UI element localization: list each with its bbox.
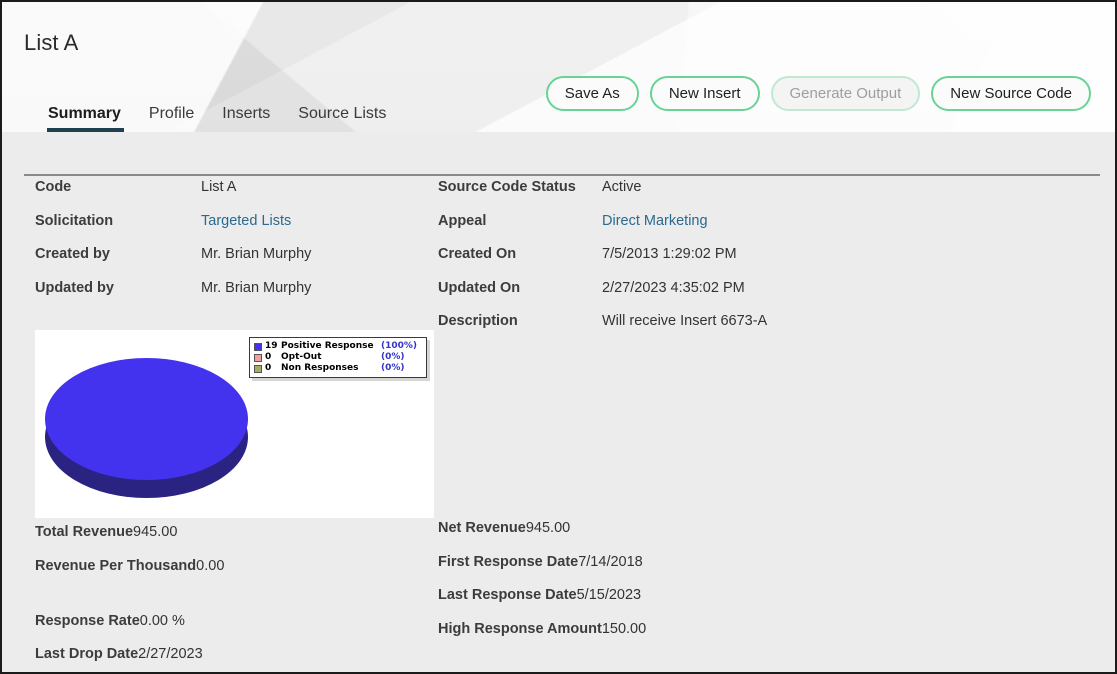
- field-value: Active: [602, 179, 642, 195]
- field-value: 2/27/2023: [138, 646, 203, 662]
- field-value: 5/15/2023: [576, 587, 642, 603]
- detail-column-right: Source Code Status Active Appeal Direct …: [438, 178, 938, 346]
- legend-label: Opt-Out: [281, 352, 322, 362]
- field-label: Created On: [438, 246, 517, 262]
- field-row-first-response-date: First Response Date 7/14/2018: [438, 553, 938, 587]
- field-label: High Response Amount: [438, 620, 602, 637]
- detail-column-right-bottom: Net Revenue 945.00 First Response Date 7…: [438, 519, 938, 670]
- field-value-link[interactable]: Targeted Lists: [201, 212, 291, 231]
- page-root: List A Save As New Insert Generate Outpu…: [2, 2, 1115, 672]
- save-as-button[interactable]: Save As: [545, 76, 639, 111]
- legend-count: 0: [265, 352, 272, 362]
- field-value-link[interactable]: Direct Marketing: [602, 212, 708, 231]
- field-value: Mr. Brian Murphy: [201, 246, 312, 262]
- field-row-last-drop-date: Last Drop Date 2/27/2023: [35, 645, 435, 672]
- field-row-source-code-status: Source Code Status Active: [438, 178, 938, 212]
- pie-top-face: [45, 358, 248, 480]
- field-label: Description: [438, 313, 518, 329]
- tab-bar: Summary Profile Inserts Source Lists: [36, 90, 400, 132]
- tab-inserts[interactable]: Inserts: [208, 105, 284, 132]
- legend-swatch-icon: [254, 353, 262, 362]
- field-label: Updated On: [438, 279, 521, 296]
- field-label: Total Revenue: [35, 524, 134, 540]
- field-row-net-revenue: Net Revenue 945.00: [438, 519, 938, 553]
- legend-item-non-responses: 0 Non Responses (0%): [254, 363, 421, 374]
- field-label: Revenue Per Thousand: [35, 557, 197, 574]
- legend-percent: (0%): [381, 352, 405, 362]
- legend-count: 0: [265, 363, 272, 373]
- field-row-code: Code List A: [35, 178, 435, 212]
- field-label: Net Revenue: [438, 520, 526, 536]
- field-label: Code: [35, 179, 72, 195]
- field-row-appeal: Appeal Direct Marketing: [438, 212, 938, 246]
- field-label: Last Response Date: [438, 587, 577, 603]
- field-value: List A: [201, 179, 237, 195]
- action-button-bar: Save As New Insert Generate Output New S…: [545, 76, 1091, 111]
- field-value: Mr. Brian Murphy: [201, 279, 312, 296]
- field-value: 945.00: [525, 520, 571, 536]
- field-row-created-by: Created by Mr. Brian Murphy: [35, 245, 435, 279]
- field-row-solicitation: Solicitation Targeted Lists: [35, 212, 435, 246]
- legend-item-positive-response: 19 Positive Response (100%): [254, 341, 421, 352]
- legend-percent: (100%): [381, 341, 418, 351]
- field-label: Last Drop Date: [35, 646, 139, 662]
- page-title: List A: [24, 30, 79, 55]
- detail-column-left: Code List A Solicitation Targeted Lists …: [35, 178, 435, 312]
- page-header: List A Save As New Insert Generate Outpu…: [2, 2, 1115, 132]
- field-value: 7/5/2013 1:29:02 PM: [602, 246, 737, 262]
- field-value: 0.00: [196, 557, 225, 574]
- pie-chart-legend: 19 Positive Response (100%) 0 Opt-Out (0…: [249, 337, 427, 378]
- legend-count: 19: [265, 341, 278, 351]
- tab-profile[interactable]: Profile: [135, 105, 208, 132]
- field-value: 945.00: [133, 524, 178, 540]
- legend-label: Positive Response: [281, 341, 374, 351]
- field-label: First Response Date: [438, 553, 579, 570]
- field-value: 150.00: [601, 620, 647, 637]
- field-row-revenue-per-thousand: Revenue Per Thousand 0.00: [35, 557, 435, 612]
- field-label: Response Rate: [35, 612, 140, 629]
- field-row-total-revenue: Total Revenue 945.00: [35, 523, 435, 557]
- field-row-created-on: Created On 7/5/2013 1:29:02 PM: [438, 245, 938, 279]
- field-row-response-rate: Response Rate 0.00 %: [35, 612, 435, 646]
- legend-percent: (0%): [381, 363, 405, 373]
- field-row-description: Description Will receive Insert 6673-A: [438, 312, 938, 346]
- pie-graphic: [45, 358, 248, 504]
- field-value: Will receive Insert 6673-A: [602, 313, 768, 329]
- field-row-last-response-date: Last Response Date 5/15/2023: [438, 586, 938, 620]
- field-row-updated-by: Updated by Mr. Brian Murphy: [35, 279, 435, 313]
- summary-content: Code List A Solicitation Targeted Lists …: [2, 178, 1115, 672]
- new-insert-button[interactable]: New Insert: [649, 76, 760, 111]
- response-pie-chart: 19 Positive Response (100%) 0 Opt-Out (0…: [35, 330, 434, 518]
- legend-item-opt-out: 0 Opt-Out (0%): [254, 352, 421, 363]
- field-value: 2/27/2023 4:35:02 PM: [602, 279, 745, 296]
- field-row-high-response-amount: High Response Amount 150.00: [438, 620, 938, 670]
- field-label: Solicitation: [35, 212, 114, 229]
- tab-source-lists[interactable]: Source Lists: [284, 105, 400, 132]
- legend-swatch-icon: [254, 364, 262, 373]
- field-label: Updated by: [35, 279, 114, 296]
- generate-output-button: Generate Output: [770, 76, 921, 111]
- detail-column-left-bottom: Total Revenue 945.00 Revenue Per Thousan…: [35, 523, 435, 672]
- field-value: 0.00 %: [139, 612, 185, 629]
- legend-label: Non Responses: [281, 363, 359, 373]
- field-value: 7/14/2018: [578, 553, 643, 570]
- new-source-code-button[interactable]: New Source Code: [931, 76, 1091, 111]
- tab-bar-divider: [24, 174, 1100, 176]
- legend-swatch-icon: [254, 342, 262, 351]
- field-label: Appeal: [438, 212, 487, 229]
- tab-summary[interactable]: Summary: [36, 105, 135, 132]
- field-row-updated-on: Updated On 2/27/2023 4:35:02 PM: [438, 279, 938, 313]
- field-label: Source Code Status: [438, 179, 576, 195]
- field-label: Created by: [35, 246, 110, 262]
